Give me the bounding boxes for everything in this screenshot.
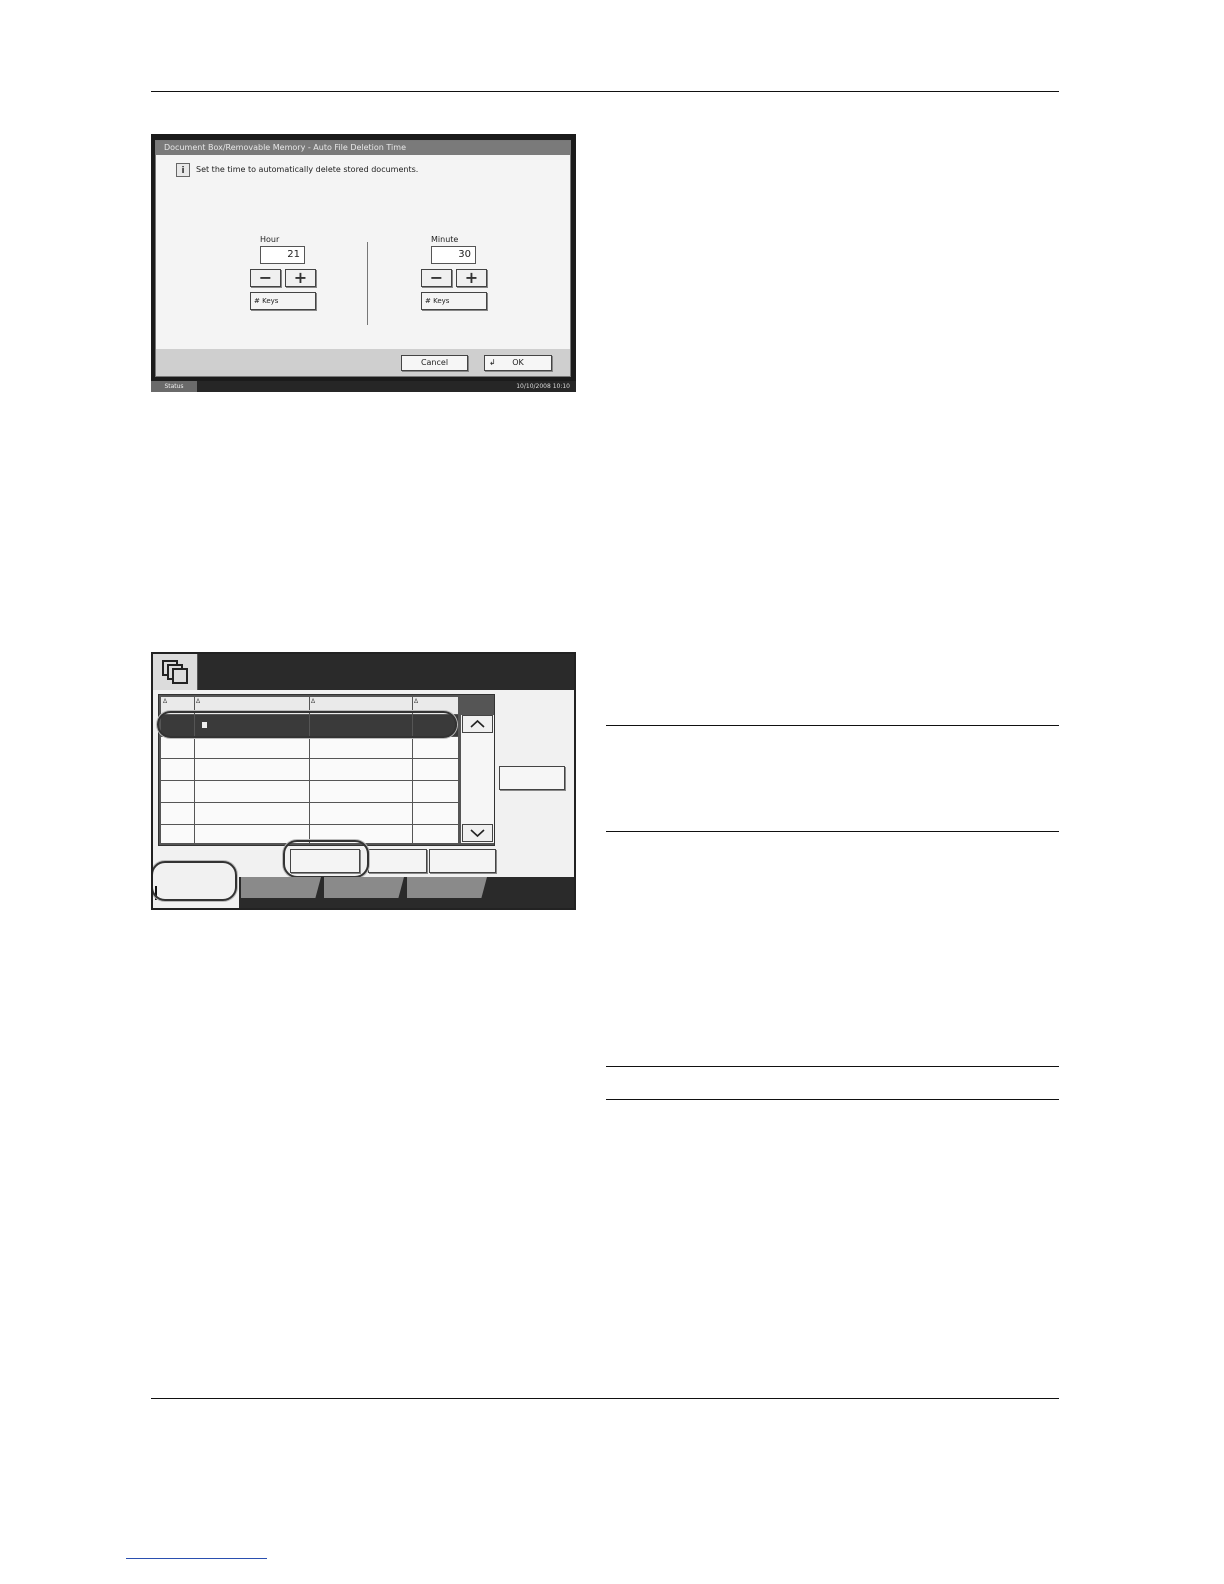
header-rule bbox=[151, 91, 1059, 92]
table-scrollbar[interactable] bbox=[461, 715, 494, 843]
bottom-action-button-2[interactable] bbox=[368, 849, 427, 873]
minute-plus-button[interactable]: + bbox=[456, 269, 487, 287]
status-button[interactable]: Status bbox=[151, 381, 197, 392]
tab-2[interactable] bbox=[241, 877, 321, 898]
chevron-up-icon bbox=[470, 719, 485, 728]
ok-label: OK bbox=[512, 358, 524, 367]
dialog-panel: Document Box/Removable Memory - Auto Fil… bbox=[155, 140, 571, 377]
cancel-button[interactable]: Cancel bbox=[401, 355, 468, 371]
section-rule-4 bbox=[606, 1099, 1059, 1100]
footer-rule bbox=[151, 1398, 1059, 1399]
dialog-action-bar: Cancel ↲ OK bbox=[156, 349, 570, 376]
document-list-screen: Δ Δ Δ Δ bbox=[151, 652, 576, 910]
minute-value[interactable]: 30 bbox=[431, 246, 476, 264]
column-divider bbox=[367, 242, 368, 325]
minute-minus-button[interactable]: − bbox=[421, 269, 452, 287]
hour-plus-button[interactable]: + bbox=[285, 269, 316, 287]
tab-highlight bbox=[153, 861, 237, 901]
auto-deletion-time-screen: Document Box/Removable Memory - Auto Fil… bbox=[151, 134, 576, 392]
hour-value[interactable]: 21 bbox=[260, 246, 305, 264]
section-rule-1 bbox=[606, 725, 1059, 726]
info-icon: i bbox=[176, 163, 190, 177]
status-datetime: 10/10/2008 10:10 bbox=[516, 383, 570, 390]
side-action-button[interactable] bbox=[499, 766, 565, 790]
status-bar: Status 10/10/2008 10:10 bbox=[151, 381, 576, 392]
section-rule-2 bbox=[606, 831, 1059, 832]
action-button-highlight bbox=[283, 840, 369, 878]
scroll-up-button[interactable] bbox=[462, 715, 493, 733]
dialog-title: Document Box/Removable Memory - Auto Fil… bbox=[156, 141, 570, 155]
hour-label: Hour bbox=[260, 235, 280, 244]
minute-numeric-keys-button[interactable]: # Keys bbox=[421, 292, 487, 310]
hour-numeric-keys-button[interactable]: # Keys bbox=[250, 292, 316, 310]
header-icon-box bbox=[153, 654, 198, 690]
hour-minus-button[interactable]: − bbox=[250, 269, 281, 287]
tab-3[interactable] bbox=[324, 877, 404, 898]
enter-icon: ↲ bbox=[489, 358, 496, 367]
screen-header bbox=[153, 654, 574, 690]
ok-button[interactable]: ↲ OK bbox=[484, 355, 552, 371]
footer-link-underline bbox=[126, 1558, 267, 1559]
tab-4[interactable] bbox=[407, 877, 487, 898]
section-rule-3 bbox=[606, 1066, 1059, 1067]
selected-row-highlight bbox=[157, 711, 457, 738]
minute-label: Minute bbox=[431, 235, 459, 244]
document-box-icon bbox=[162, 660, 188, 684]
scroll-down-button[interactable] bbox=[462, 824, 493, 842]
bottom-action-button-3[interactable] bbox=[429, 849, 496, 873]
chevron-down-icon bbox=[470, 829, 485, 838]
dialog-message: Set the time to automatically delete sto… bbox=[196, 165, 419, 174]
